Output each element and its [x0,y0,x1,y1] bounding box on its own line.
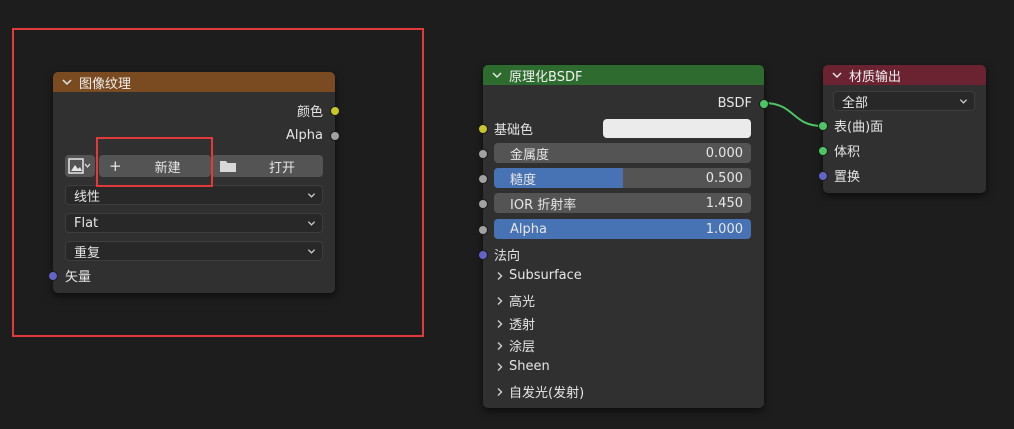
extension-dropdown[interactable]: 重复 [65,241,323,261]
metallic-slider[interactable]: 金属度 0.000 [494,143,751,163]
target-value: 全部 [842,95,869,111]
panel-label: 高光 [509,295,536,310]
base-color-swatch[interactable] [603,119,751,138]
chevron-right-icon [497,296,503,305]
chevron-down-icon [959,99,968,104]
image-browse-button[interactable] [65,155,95,177]
input-ior-socket[interactable] [478,199,488,209]
node-title: 图像纹理 [79,76,132,92]
chevron-down-icon[interactable] [61,76,73,88]
roughness-slider[interactable]: 糙度 0.500 [494,168,751,188]
input-vector-label: 矢量 [65,269,92,285]
output-color-socket[interactable] [330,106,340,116]
panel-subsurface[interactable]: Subsurface [495,268,582,283]
alpha-label: Alpha [510,221,547,237]
panel-emission[interactable]: 自发光(发射) [495,382,584,401]
ior-field[interactable]: IOR 折射率 1.450 [494,193,751,213]
principled-bsdf-header[interactable]: 原理化BSDF [483,65,764,85]
chevron-right-icon [497,387,503,396]
node-title: 原理化BSDF [509,69,583,85]
chevron-right-icon [497,362,503,371]
chevron-down-icon [307,193,316,198]
chevron-right-icon [497,271,503,280]
panel-coat[interactable]: 涂层 [495,336,535,355]
panel-label: Subsurface [509,268,582,283]
normal-label: 法向 [494,248,521,264]
projection-value: Flat [74,215,99,231]
material-output-node[interactable]: 材质输出 全部 表(曲)面 体积 置换 [818,65,986,193]
ior-label: IOR 折射率 [510,197,577,213]
metallic-value: 0.000 [705,145,743,161]
input-roughness-socket[interactable] [478,174,488,184]
ior-value: 1.450 [705,195,743,211]
open-image-label: 打开 [269,160,296,176]
panel-label: 透射 [509,318,536,333]
material-output-header[interactable]: 材质输出 [823,65,986,85]
panel-transmission[interactable]: 透射 [495,314,535,333]
alpha-slider[interactable]: Alpha 1.000 [494,219,751,239]
annotation-box-new-button [96,137,213,187]
panel-label: 自发光(发射) [509,386,585,401]
interpolation-dropdown[interactable]: 线性 [65,185,323,205]
principled-bsdf-node[interactable]: 原理化BSDF BSDF 基础色 金属度 0.000 糙度 0.500 IOR … [478,65,769,408]
output-bsdf-label: BSDF [717,95,752,111]
output-alpha-label: Alpha [286,127,323,143]
folder-icon [220,161,236,172]
chevron-down-icon[interactable] [831,69,843,81]
output-color-label: 颜色 [296,104,323,120]
chevron-right-icon [497,341,503,350]
output-bsdf-socket[interactable] [759,99,769,109]
input-volume-label: 体积 [834,144,861,160]
panel-sheen[interactable]: Sheen [495,359,550,374]
image-texture-header[interactable]: 图像纹理 [53,72,335,92]
input-metallic-socket[interactable] [478,149,488,159]
interpolation-value: 线性 [74,189,101,205]
output-alpha-socket[interactable] [330,131,340,141]
base-color-label: 基础色 [494,122,534,138]
chevron-down-icon[interactable] [491,69,503,81]
panel-label: Sheen [509,359,550,374]
chevron-right-icon [497,319,503,328]
projection-dropdown[interactable]: Flat [65,213,323,233]
chevron-down-icon [307,249,316,254]
image-icon [68,158,91,174]
extension-value: 重复 [74,245,101,261]
metallic-label: 金属度 [510,147,550,163]
open-image-button[interactable]: 打开 [211,155,323,177]
input-surface-label: 表(曲)面 [834,119,884,135]
node-title: 材质输出 [849,69,902,85]
roughness-value: 0.500 [705,170,743,186]
chevron-down-icon [307,221,316,226]
input-displacement-label: 置换 [834,169,861,185]
target-dropdown[interactable]: 全部 [833,91,975,111]
alpha-value: 1.000 [705,221,743,237]
input-alpha-socket[interactable] [478,225,488,235]
panel-specular[interactable]: 高光 [495,291,535,310]
panel-label: 涂层 [509,340,536,355]
roughness-label: 糙度 [510,172,537,188]
